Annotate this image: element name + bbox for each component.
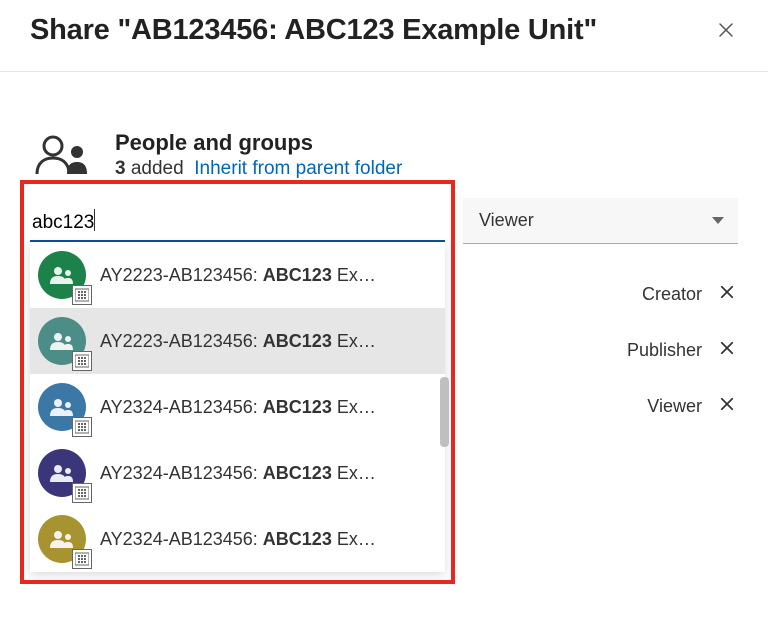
role-select-value: Viewer [479, 210, 534, 231]
member-role: Creator [642, 284, 702, 305]
member-role: Publisher [627, 340, 702, 361]
dialog-title: Share "AB123456: ABC123 Example Unit" [30, 14, 597, 47]
search-result-label: AY2324-AB123456: ABC123 Ex… [100, 397, 376, 418]
section-label: People and groups [115, 130, 402, 156]
added-label: added [131, 158, 184, 179]
search-result-label: AY2324-AB123456: ABC123 Ex… [100, 463, 376, 484]
search-result-option[interactable]: AY2324-AB123456: ABC123 Ex… [30, 440, 445, 506]
group-icon [38, 449, 86, 497]
remove-member-icon[interactable] [716, 393, 738, 420]
search-result-label: AY2324-AB123456: ABC123 Ex… [100, 529, 376, 550]
share-dialog: Share "AB123456: ABC123 Example Unit" Pe… [0, 0, 768, 618]
building-icon [72, 483, 92, 503]
group-icon [38, 515, 86, 563]
search-results-dropdown[interactable]: AY2223-AB123456: ABC123 Ex… AY2223-AB1234… [30, 242, 445, 572]
remove-member-icon[interactable] [716, 337, 738, 364]
group-icon [38, 317, 86, 365]
search-result-option[interactable]: AY2223-AB123456: ABC123 Ex… [30, 308, 445, 374]
added-count: 3 [115, 158, 126, 179]
member-role: Viewer [647, 396, 702, 417]
search-result-label: AY2223-AB123456: ABC123 Ex… [100, 331, 376, 352]
chevron-down-icon [712, 217, 724, 224]
dropdown-scrollbar[interactable] [440, 242, 449, 572]
section-heading: People and groups 3 added Inherit from p… [30, 130, 738, 180]
building-icon [72, 351, 92, 371]
text-caret [94, 209, 95, 231]
dialog-header: Share "AB123456: ABC123 Example Unit" [0, 0, 768, 72]
close-icon[interactable] [714, 18, 738, 45]
search-input-wrap[interactable] [30, 198, 445, 242]
search-result-option[interactable]: AY2223-AB123456: ABC123 Ex… [30, 242, 445, 308]
building-icon [72, 285, 92, 305]
role-column: Viewer Creator Publisher Viewer [463, 198, 738, 434]
role-select[interactable]: Viewer [463, 198, 738, 244]
member-row: Creator [463, 266, 738, 322]
group-icon [38, 383, 86, 431]
dialog-content: People and groups 3 added Inherit from p… [0, 72, 768, 572]
scrollbar-thumb[interactable] [440, 377, 449, 447]
people-icon [30, 134, 95, 176]
remove-member-icon[interactable] [716, 281, 738, 308]
search-row: AY2223-AB123456: ABC123 Ex… AY2223-AB1234… [30, 198, 738, 572]
members-list: Creator Publisher Viewer [463, 266, 738, 434]
section-subline: 3 added Inherit from parent folder [115, 158, 402, 180]
group-icon [38, 251, 86, 299]
search-result-label: AY2223-AB123456: ABC123 Ex… [100, 265, 376, 286]
member-row: Publisher [463, 322, 738, 378]
building-icon [72, 417, 92, 437]
inherit-link[interactable]: Inherit from parent folder [194, 158, 402, 179]
member-row: Viewer [463, 378, 738, 434]
section-heading-text: People and groups 3 added Inherit from p… [115, 130, 402, 180]
search-column: AY2223-AB123456: ABC123 Ex… AY2223-AB1234… [30, 198, 445, 572]
search-result-option[interactable]: AY2324-AB123456: ABC123 Ex… [30, 374, 445, 440]
building-icon [72, 549, 92, 569]
search-result-option[interactable]: AY2324-AB123456: ABC123 Ex… [30, 506, 445, 572]
